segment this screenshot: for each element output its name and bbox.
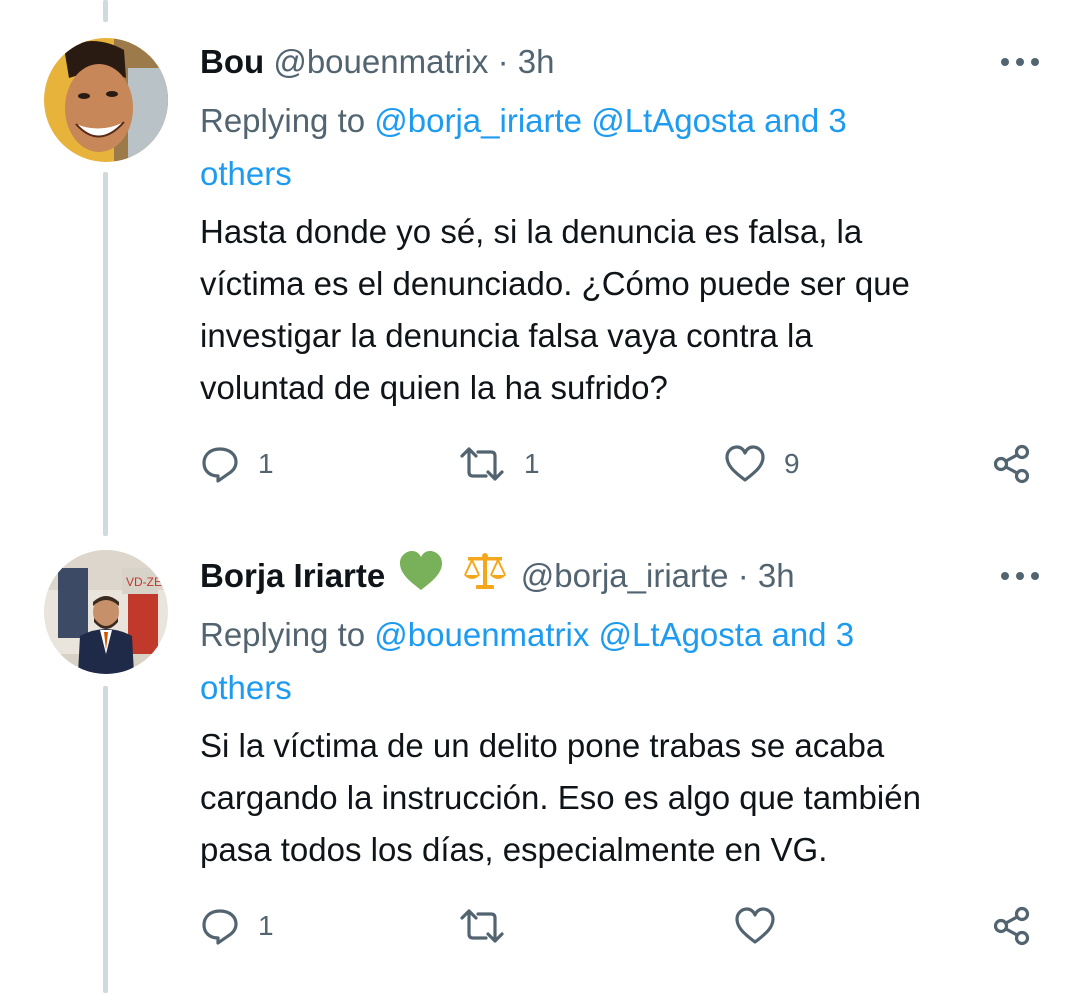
tweet-header: Bou @bouenmatrix · 3h (200, 36, 1040, 88)
tweet-actions: 1 1 9 (200, 438, 1036, 490)
timestamp[interactable]: 3h (758, 557, 795, 594)
replying-to: Replying to @bouenmatrix @LtAgosta and 3… (200, 608, 1040, 714)
replying-others-link[interactable]: others (200, 669, 292, 706)
avatar[interactable] (44, 38, 168, 162)
green-heart-icon (398, 550, 444, 607)
tweet[interactable]: VD-ZE Borja Iriarte @borja_iriarte · 3h … (0, 536, 1080, 993)
avatar-smiling-man-icon (44, 38, 168, 162)
reply-count: 1 (258, 448, 274, 479)
display-name[interactable]: Bou (200, 43, 264, 80)
avatar-man-in-suit-icon: VD-ZE (44, 550, 168, 674)
reply-button[interactable]: 1 (200, 438, 274, 490)
retweet-icon (460, 447, 504, 481)
more-options-icon[interactable] (980, 550, 1040, 602)
heart-icon (735, 907, 775, 944)
share-button[interactable] (992, 438, 1032, 490)
replying-prefix: Replying to (200, 102, 366, 139)
share-icon (993, 444, 1030, 484)
heart-icon (725, 445, 765, 482)
avatar[interactable]: VD-ZE (44, 550, 168, 674)
tweet-text: Hasta donde yo sé, si la denuncia es fal… (200, 213, 910, 406)
retweet-count: 1 (524, 448, 540, 479)
share-icon (993, 906, 1030, 946)
tweet-text: Si la víctima de un delito pone trabas s… (200, 727, 921, 868)
share-button[interactable] (992, 900, 1032, 952)
timestamp[interactable]: 3h (518, 43, 555, 80)
replying-to: Replying to @borja_iriarte @LtAgosta and… (200, 94, 1040, 200)
tweet-header: Borja Iriarte @borja_iriarte · 3h (200, 550, 1040, 602)
like-button[interactable] (734, 900, 794, 952)
reply-button[interactable]: 1 (200, 900, 274, 952)
svg-text:VD-ZE: VD-ZE (126, 575, 162, 589)
tweet-actions: 1 (200, 900, 1036, 952)
replying-prefix: Replying to (200, 616, 366, 653)
separator-dot: · (737, 557, 749, 595)
separator-dot: · (497, 43, 509, 80)
user-handle[interactable]: @borja_iriarte (521, 557, 729, 594)
like-button[interactable]: 9 (724, 438, 800, 490)
retweet-button[interactable] (458, 900, 524, 952)
retweet-button[interactable]: 1 (458, 438, 540, 490)
more-options-icon[interactable] (980, 36, 1040, 88)
replying-others-link[interactable]: others (200, 155, 292, 192)
reply-icon (202, 909, 238, 945)
display-name[interactable]: Borja Iriarte (200, 557, 385, 594)
scales-icon (462, 551, 508, 606)
reply-icon (202, 447, 238, 483)
user-handle[interactable]: @bouenmatrix (273, 43, 488, 80)
replying-mentions-link[interactable]: @borja_iriarte @LtAgosta and 3 (374, 102, 846, 139)
retweet-icon (460, 909, 504, 943)
reply-count: 1 (258, 910, 274, 941)
tweet[interactable]: Bou @bouenmatrix · 3h Replying to @borja… (0, 0, 1080, 536)
like-count: 9 (784, 448, 800, 479)
replying-mentions-link[interactable]: @bouenmatrix @LtAgosta and 3 (374, 616, 854, 653)
